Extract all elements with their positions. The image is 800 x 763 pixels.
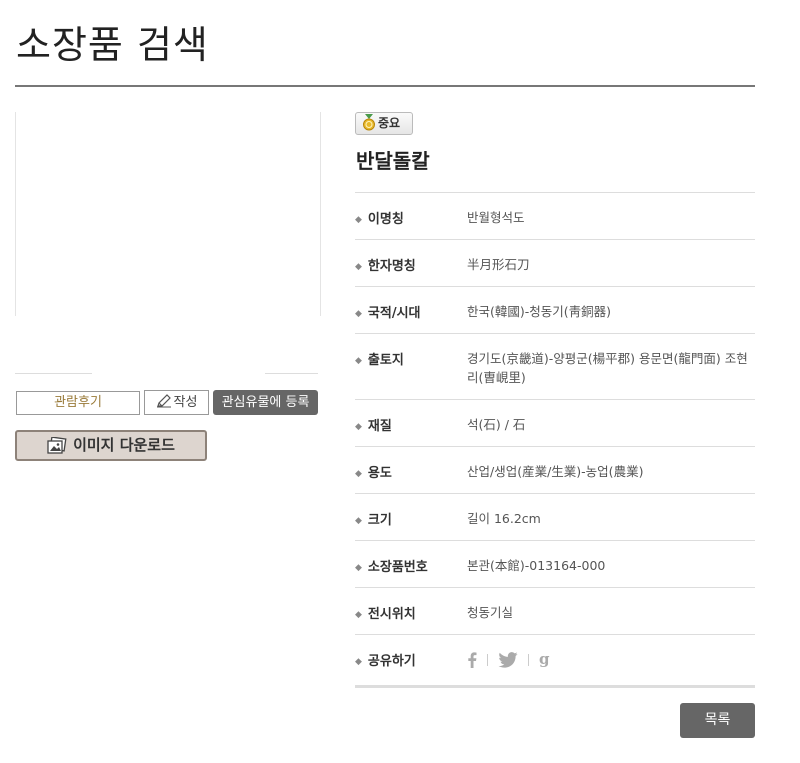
info-label: 소장품번호 [367,560,428,575]
review-button[interactable]: 관람후기 [16,391,140,415]
info-label: 크기 [367,513,392,528]
info-label: 전시위치 [367,607,416,622]
info-label: 이명칭 [367,212,404,227]
title-divider [15,85,755,87]
info-value: 본관(本館)-013164-000 [467,558,606,573]
pencil-icon [156,394,171,408]
write-review-button[interactable]: 작성 [144,390,209,415]
info-row-nation-period: ◆ 국적/시대 한국(韓國)-청동기(靑銅器) [355,287,755,334]
image-icon [47,436,67,454]
artifact-title: 반달돌칼 [356,149,430,173]
info-row-share: ◆ 공유하기 g [355,635,755,688]
info-value: 반월형석도 [467,210,525,225]
info-row-usage: ◆ 용도 산업/생업(産業/生業)-농업(農業) [355,447,755,494]
info-row-excavation-site: ◆ 출토지 경기도(京畿道)-양평군(楊平郡) 용문면(龍門面) 조현리(曺峴里) [355,334,755,400]
info-value: 경기도(京畿道)-양평군(楊平郡) 용문면(龍門面) 조현리(曺峴里) [467,351,748,385]
facebook-icon[interactable] [467,652,477,668]
info-value: 길이 16.2cm [467,511,541,526]
info-value: 청동기실 [467,605,514,620]
info-label: 국적/시대 [367,306,421,321]
medal-icon [363,114,375,131]
share-links: g [467,635,755,685]
info-row-alt-name: ◆ 이명칭 반월형석도 [355,193,755,240]
image-download-button[interactable]: 이미지 다운로드 [15,430,207,461]
info-label: 출토지 [367,353,404,368]
list-button[interactable]: 목록 [680,703,755,738]
artifact-image-area [15,112,321,316]
info-row-size: ◆ 크기 길이 16.2cm [355,494,755,541]
thumbnail-divider-right [265,373,318,374]
info-label: 용도 [367,466,392,481]
info-row-material: ◆ 재질 석(石) / 石 [355,400,755,447]
page-title: 소장품 검색 [16,23,209,67]
info-label: 한자명칭 [367,259,416,274]
importance-badge: 중요 [355,112,413,135]
add-favorite-button[interactable]: 관심유물에 등록 [213,390,318,415]
share-divider [528,654,529,666]
info-label: 재질 [367,419,392,434]
google-plus-icon[interactable]: g [539,652,551,668]
info-value: 석(石) / 石 [467,417,526,432]
info-row-collection-number: ◆ 소장품번호 본관(本館)-013164-000 [355,541,755,588]
info-row-hanja-name: ◆ 한자명칭 半月形石刀 [355,240,755,287]
twitter-icon[interactable] [498,652,518,668]
info-value: 산업/생업(産業/生業)-농업(農業) [467,464,644,479]
thumbnail-divider-left [15,373,92,374]
svg-text:g: g [539,652,550,668]
info-value: 半月形石刀 [467,257,530,272]
artifact-info-table: ◆ 이명칭 반월형석도 ◆ 한자명칭 半月形石刀 ◆ 국적/시대 한국(韓國)-청동기… [355,192,755,688]
download-label: 이미지 다운로드 [73,436,175,454]
write-label: 작성 [173,395,198,410]
share-divider [487,654,488,666]
badge-label: 중요 [378,116,401,130]
info-value: 한국(韓國)-청동기(靑銅器) [467,304,612,319]
info-row-exhibit-location: ◆ 전시위치 청동기실 [355,588,755,635]
info-label: 공유하기 [367,654,416,669]
